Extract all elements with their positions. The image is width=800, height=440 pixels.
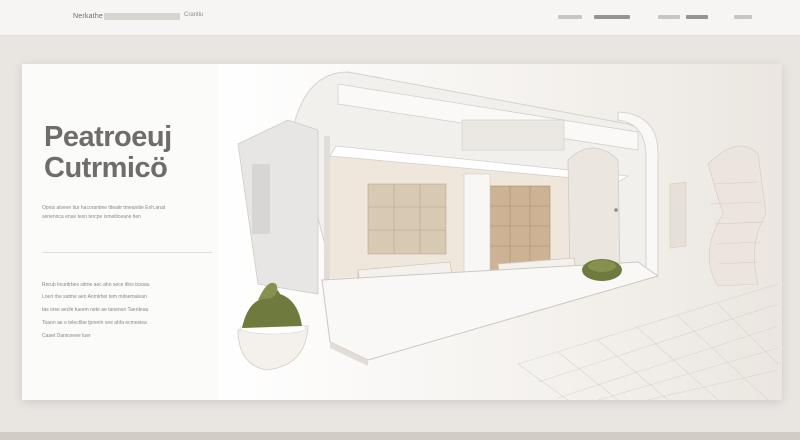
search-field[interactable]: [104, 13, 180, 20]
window-left: [367, 183, 447, 255]
divider: [42, 252, 212, 253]
body-line-3: tas orse aecfe tueem nete ae tanenon Tae…: [42, 307, 149, 313]
nav-item-4[interactable]: [686, 15, 708, 19]
nav-item-3[interactable]: [658, 15, 680, 19]
body-line-4: Toaon ae o telectibe tpnerin see ahfa ec…: [42, 320, 147, 326]
top-link[interactable]: Crantiu: [184, 12, 203, 18]
architecture-illustration: [218, 64, 782, 400]
hero-title-line-1: Peatroeuj: [44, 121, 172, 153]
top-navigation-bar: Nerkathe Crantiu: [0, 0, 800, 36]
hero-title: Peatroeuj Cutrmicö: [44, 122, 172, 184]
front-frame: [324, 136, 330, 286]
hero-card: Peatroeuj Cutrmicö Opnis atveve tiur hac…: [22, 64, 782, 400]
bottom-strip: [0, 432, 800, 440]
hero-text-panel: Peatroeuj Cutrmicö Opnis atveve tiur hac…: [22, 64, 218, 400]
body-line-2: Loeri rbe satme aen Anmirhei tem mitsema…: [42, 294, 147, 300]
nav-item-2[interactable]: [594, 15, 630, 19]
hero-subtitle-line-2: seriennca enue tesn tercpe ixmeiticeane …: [42, 214, 141, 220]
nav-item-5[interactable]: [734, 15, 752, 19]
side-block: [237, 119, 319, 295]
potted-plant: [237, 282, 309, 371]
hero-subtitle-line-1: Opnis atveve tiur hacorantiee titeaitr t…: [42, 205, 166, 211]
brand-name[interactable]: Nerkathe: [73, 13, 103, 20]
house-model-drawing: [237, 71, 779, 400]
hero-title-line-2: Cutrmicö: [44, 152, 168, 184]
nav-item-1[interactable]: [558, 15, 582, 19]
bookshelf: [489, 185, 551, 273]
arched-door: [567, 147, 621, 277]
body-line-5: Caaet Daniceeee tuer: [42, 333, 91, 339]
body-line-1: Rnrub Incettrbes sitme aec ahn sece itlo…: [42, 282, 150, 288]
brick-wall: [669, 145, 767, 287]
